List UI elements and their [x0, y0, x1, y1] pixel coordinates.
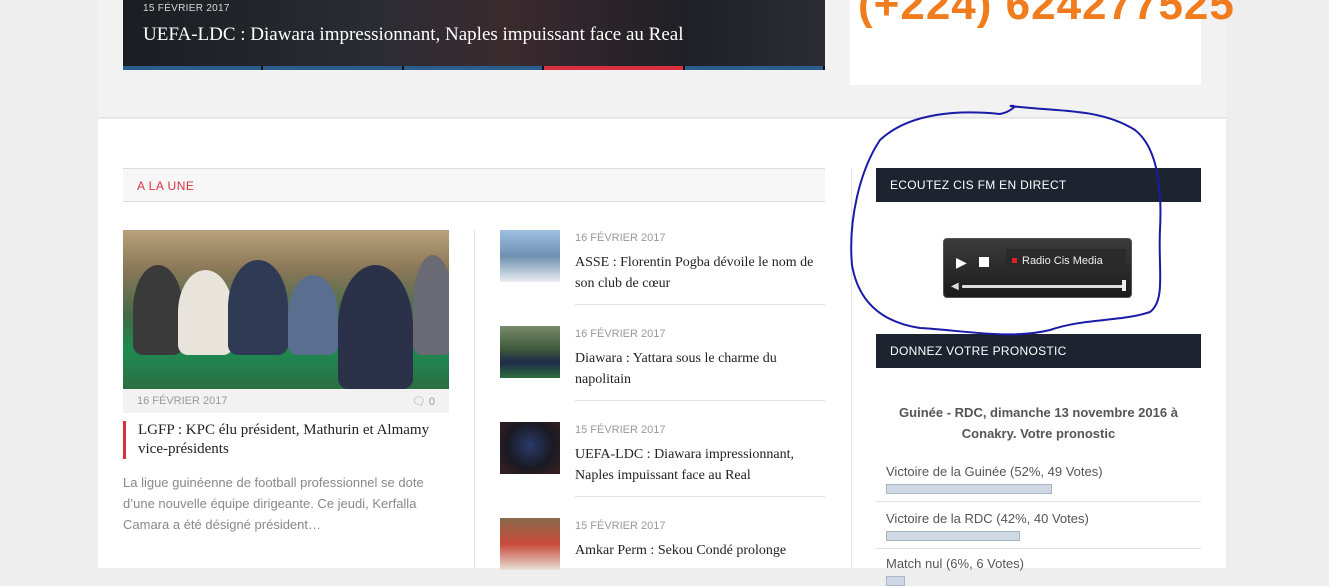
article-thumbnail[interactable]: [500, 326, 560, 378]
poll-option: Victoire de la RDC (42%, 40 Votes): [876, 511, 1201, 549]
article-date: 15 FÉVRIER 2017: [575, 424, 666, 436]
live-indicator-icon: [1012, 258, 1017, 263]
slider-tab[interactable]: [263, 66, 404, 70]
poll-question: Guinée - RDC, dimanche 13 novembre 2016 …: [899, 405, 1178, 441]
poll-result-bar: [886, 484, 1052, 494]
article-date: 15 FÉVRIER 2017: [575, 520, 666, 532]
slider-tab-active[interactable]: [544, 66, 685, 70]
audio-player[interactable]: ▶ Radio Cis Media ◀: [943, 238, 1132, 298]
poll-option-label: Victoire de la Guinée (52%, 49 Votes): [886, 464, 1103, 479]
divider: [575, 400, 825, 401]
comment-count[interactable]: 🗨 0: [412, 395, 435, 408]
list-item[interactable]: 16 FÉVRIER 2017 ASSE : Florentin Pogba d…: [500, 230, 825, 305]
poll-widget-title: DONNEZ VOTRE PRONOSTIC: [890, 344, 1067, 358]
section-title: A LA UNE: [137, 179, 195, 193]
section-header: A LA UNE: [123, 168, 825, 202]
radio-widget-header: ECOUTEZ CIS FM EN DIRECT: [876, 168, 1201, 202]
poll-widget-header: DONNEZ VOTRE PRONOSTIC: [876, 334, 1201, 368]
poll-option: Match nul (6%, 6 Votes): [886, 556, 1201, 586]
slider-date: 15 FÉVRIER 2017: [143, 3, 230, 14]
article-title[interactable]: ASSE : Florentin Pogba dévoile le nom de…: [575, 252, 825, 294]
featured-article-image[interactable]: [123, 230, 449, 389]
poll-result-bar: [886, 531, 1020, 541]
advertisement-banner[interactable]: (+224) 624277525: [850, 0, 1234, 85]
stop-icon[interactable]: [979, 257, 989, 267]
article-thumbnail[interactable]: [500, 230, 560, 282]
featured-slider[interactable]: 15 FÉVRIER 2017 UEFA-LDC : Diawara impre…: [123, 0, 825, 70]
comment-icon: 🗨: [411, 396, 429, 408]
list-item[interactable]: 15 FÉVRIER 2017 UEFA-LDC : Diawara impre…: [500, 422, 825, 497]
volume-slider[interactable]: [962, 285, 1125, 288]
divider: [876, 548, 1201, 549]
featured-article-excerpt: La ligue guinéenne de football professio…: [123, 475, 424, 532]
divider: [575, 496, 825, 497]
divider: [876, 501, 1201, 502]
article-title[interactable]: Diawara : Yattara sous le charme du napo…: [575, 348, 825, 390]
poll-option: Victoire de la Guinée (52%, 49 Votes): [876, 464, 1201, 502]
article-date: 16 FÉVRIER 2017: [575, 232, 666, 244]
list-item[interactable]: 16 FÉVRIER 2017 Diawara : Yattara sous l…: [500, 326, 825, 401]
article-thumbnail[interactable]: [500, 518, 560, 570]
volume-icon[interactable]: ◀: [951, 281, 959, 292]
station-display: Radio Cis Media: [1006, 249, 1126, 273]
article-thumbnail[interactable]: [500, 422, 560, 474]
slider-pagination: [123, 66, 826, 70]
article-title[interactable]: Amkar Perm : Sekou Condé prolonge: [575, 540, 825, 561]
station-name: Radio Cis Media: [1022, 255, 1103, 267]
list-item[interactable]: 15 FÉVRIER 2017 Amkar Perm : Sekou Condé…: [500, 518, 825, 570]
sidebar-divider: [851, 168, 852, 568]
ad-phone-number: (+224) 624277525: [858, 0, 1235, 29]
slider-tab[interactable]: [403, 66, 545, 70]
article-date: 16 FÉVRIER 2017: [575, 328, 666, 340]
article-title[interactable]: UEFA-LDC : Diawara impressionnant, Naple…: [575, 444, 825, 486]
featured-article-date: 16 FÉVRIER 2017: [137, 395, 228, 407]
slider-tab[interactable]: [123, 66, 264, 70]
radio-widget-title: ECOUTEZ CIS FM EN DIRECT: [890, 178, 1067, 192]
comment-count-value: 0: [428, 396, 435, 408]
poll-option-label: Match nul (6%, 6 Votes): [886, 556, 1025, 571]
slider-title[interactable]: UEFA-LDC : Diawara impressionnant, Naple…: [143, 24, 683, 46]
column-divider: [474, 230, 475, 568]
featured-article-title[interactable]: LGFP : KPC élu président, Mathurin et Al…: [123, 421, 453, 459]
featured-article-meta: 16 FÉVRIER 2017 🗨 0: [123, 389, 449, 413]
poll-result-bar: [886, 576, 905, 586]
volume-slider-handle[interactable]: [1122, 280, 1126, 291]
divider: [575, 304, 825, 305]
play-icon[interactable]: ▶: [956, 254, 967, 271]
poll-option-label: Victoire de la RDC (42%, 40 Votes): [886, 511, 1089, 526]
slider-tab[interactable]: [684, 66, 826, 70]
